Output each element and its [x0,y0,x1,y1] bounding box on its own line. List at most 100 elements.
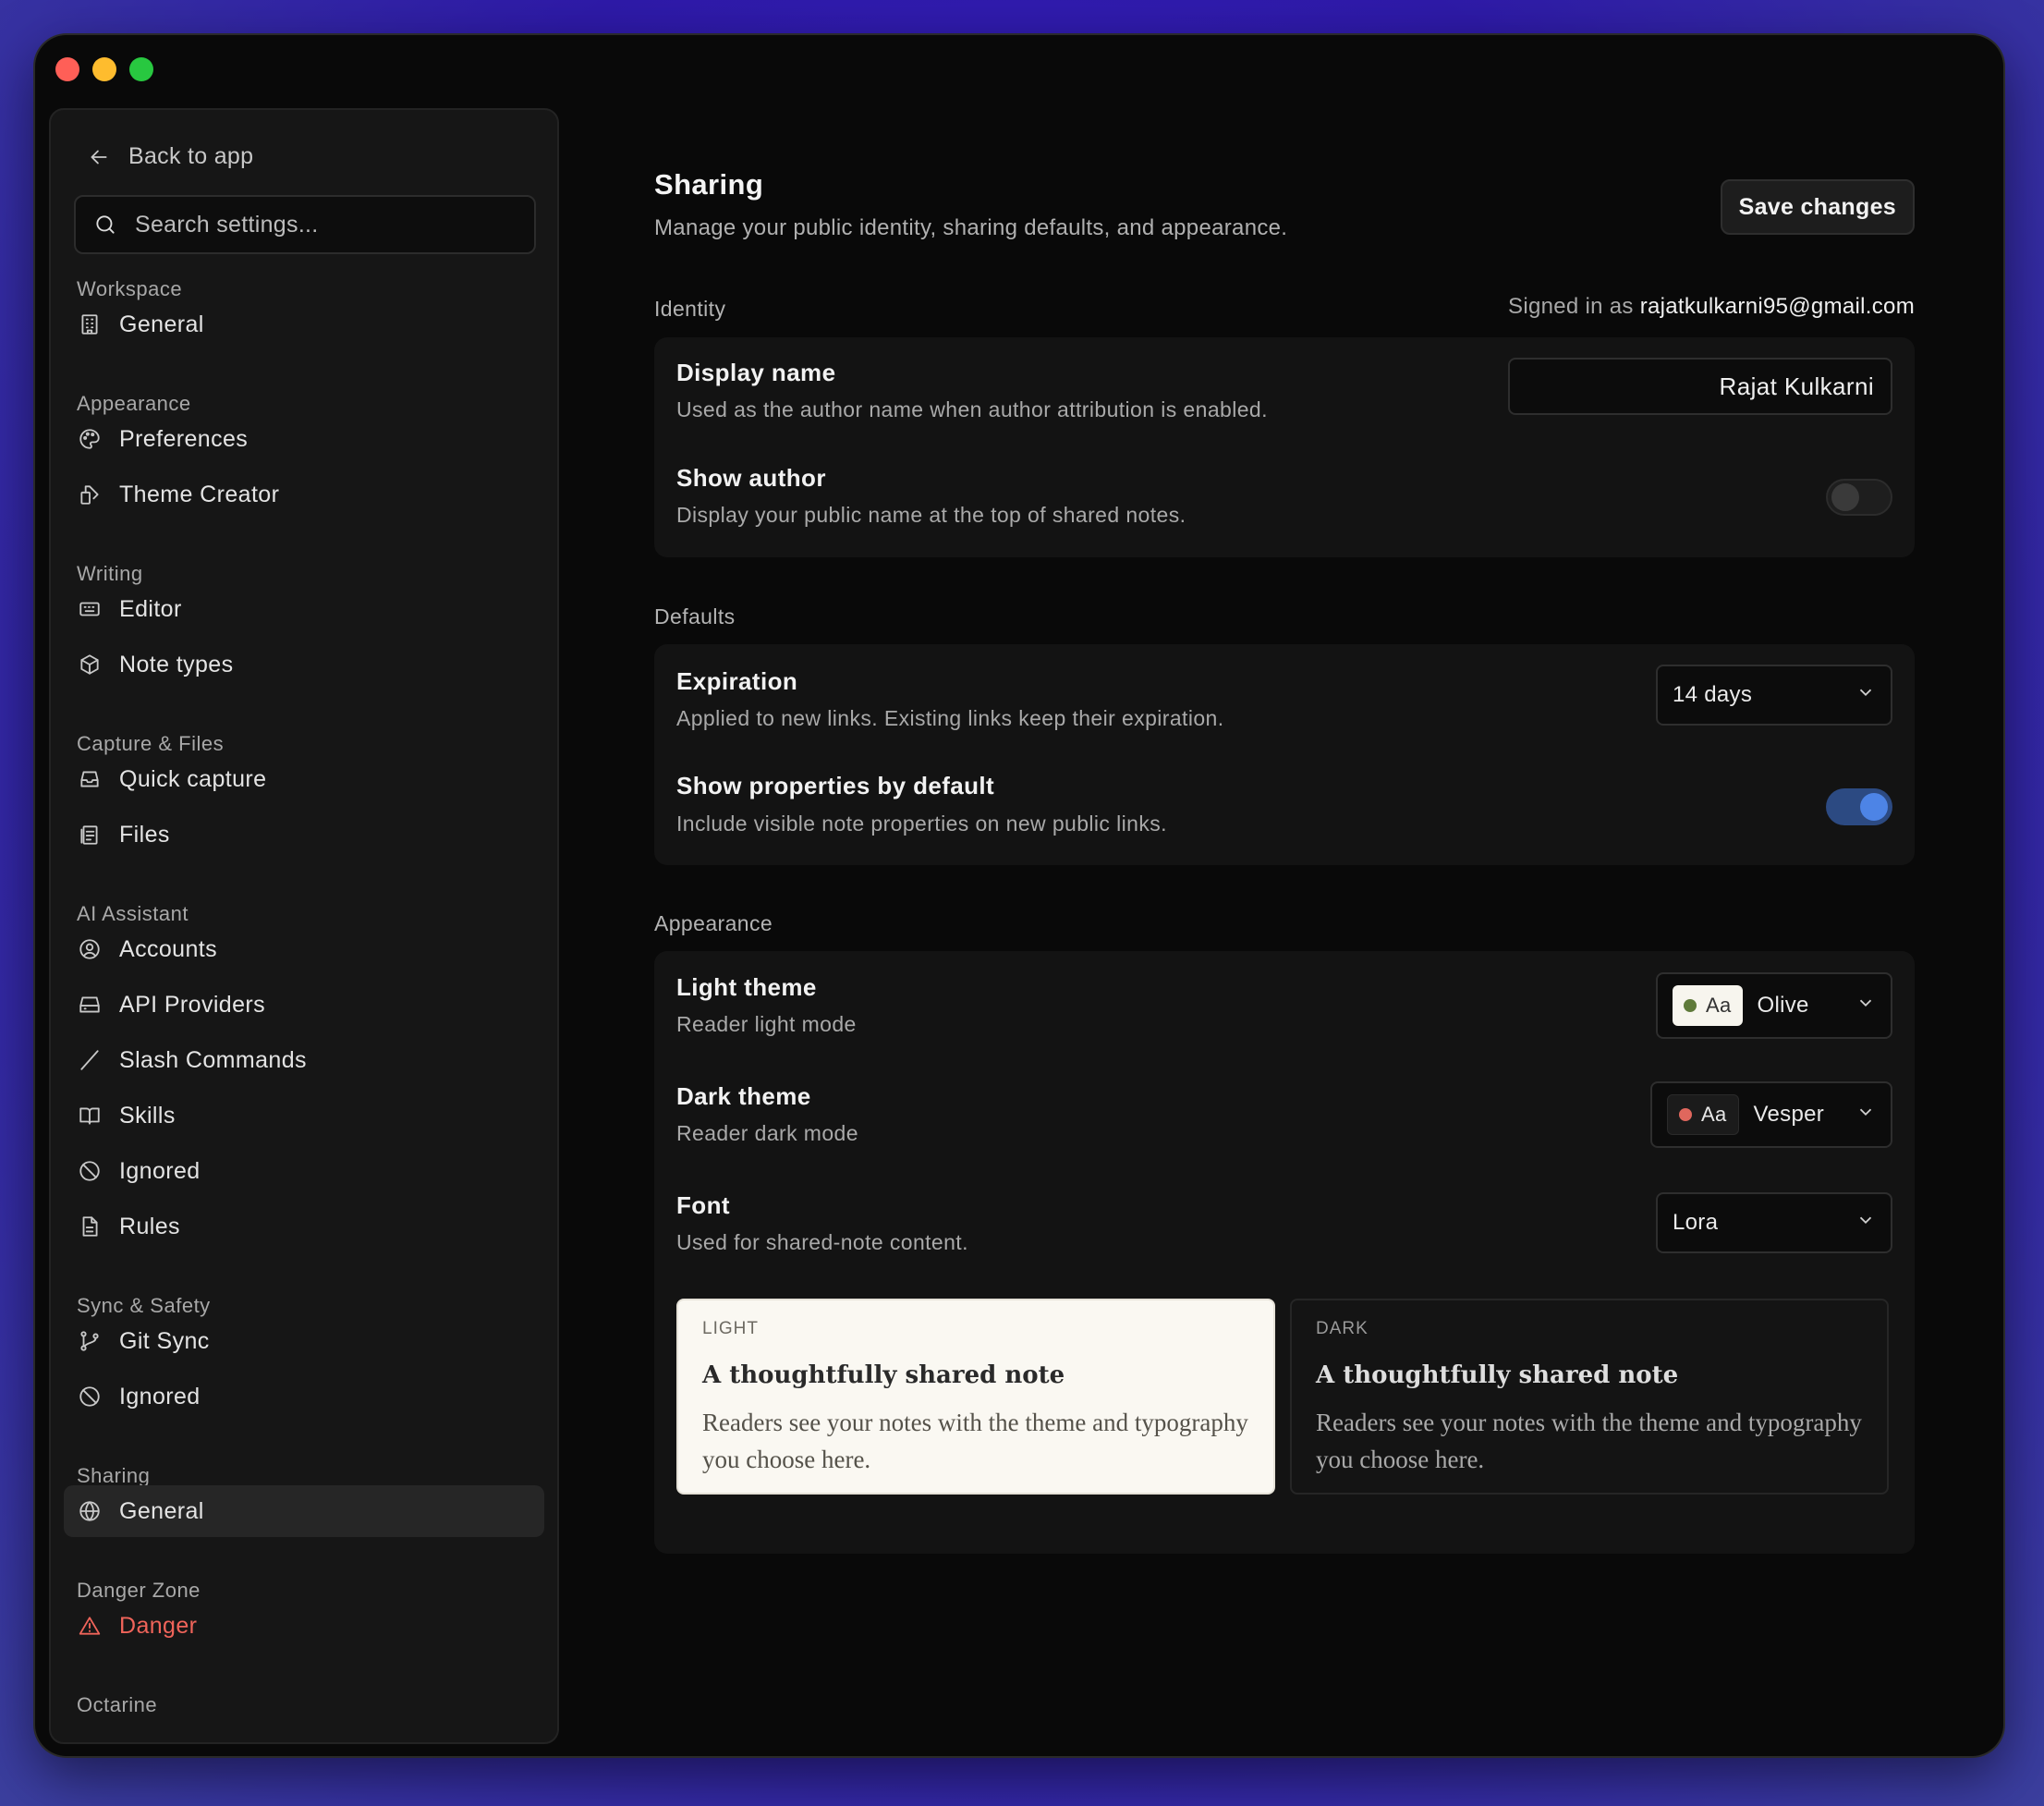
maximize-window-button[interactable] [129,57,153,81]
sidebar-item-preferences[interactable]: Preferences [64,413,544,465]
group-label-identity: Identity [654,297,726,321]
settings-main: Sharing Manage your public identity, sha… [654,35,1948,1756]
ban-icon [77,1158,103,1184]
book-open-icon [77,1103,103,1129]
preview-tag: LIGHT [702,1319,759,1338]
sidebar-item-files[interactable]: Files [64,809,544,860]
app-window: Back to app Workspace General Appearance… [35,35,2003,1756]
preview-body: Readers see your notes with the theme an… [1316,1409,1862,1473]
ban-icon [77,1384,103,1409]
show-author-desc: Display your public name at the top of s… [676,503,1186,527]
sidebar-item-label: General [119,1497,204,1524]
sidebar-item-label: Ignored [119,1383,201,1409]
section-label-octarine: Octarine [77,1693,158,1716]
show-properties-toggle[interactable] [1826,788,1892,825]
sidebar-item-ignored-ai[interactable]: Ignored [64,1145,544,1197]
show-author-title: Show author [676,464,826,492]
search-settings-box[interactable] [74,195,536,254]
expiration-desc: Applied to new links. Existing links kee… [676,706,1224,730]
search-input[interactable] [135,211,505,238]
sidebar-item-label: Quick capture [119,765,267,792]
signed-in-email: rajatkulkarni95@gmail.com [1639,294,1915,319]
brush-icon [77,482,103,507]
toggle-knob [1860,793,1888,821]
palette-icon [77,426,103,452]
expiration-select[interactable]: 14 days [1656,665,1892,726]
defaults-card: Expiration Applied to new links. Existin… [654,644,1915,865]
page-title: Sharing [654,168,764,201]
light-theme-title: Light theme [676,973,817,1001]
font-desc: Used for shared-note content. [676,1230,968,1254]
sidebar-item-rules[interactable]: Rules [64,1201,544,1252]
dark-theme-dot [1679,1108,1692,1121]
files-icon [77,822,103,848]
sidebar-item-label: API Providers [119,991,266,1018]
sidebar-item-label: Accounts [119,935,218,962]
sidebar-item-danger[interactable]: Danger [64,1600,544,1652]
dark-theme-select[interactable]: Aa Vesper [1650,1081,1892,1148]
minimize-window-button[interactable] [92,57,116,81]
font-select[interactable]: Lora [1656,1192,1892,1253]
preview-title: A thoughtfully shared note [1316,1361,1679,1389]
sidebar-item-label: Files [119,821,170,848]
user-circle-icon [77,936,103,962]
light-preview-card: LIGHT A thoughtfully shared note Readers… [676,1299,1275,1495]
light-theme-select[interactable]: Aa Olive [1656,972,1892,1039]
search-icon [92,212,118,238]
sidebar-item-label: Preferences [119,425,249,452]
dark-theme-chip-label: Aa [1701,1103,1727,1126]
signed-in-prefix: Signed in as [1508,294,1634,319]
chevron-down-icon [1855,1102,1876,1129]
sidebar-item-ignored-sync[interactable]: Ignored [64,1371,544,1422]
sidebar-item-skills[interactable]: Skills [64,1090,544,1141]
display-name-desc: Used as the author name when author attr… [676,397,1268,421]
show-author-toggle[interactable] [1826,479,1892,516]
preview-tag: DARK [1316,1319,1369,1338]
sidebar-item-editor[interactable]: Editor [64,583,544,635]
expiration-title: Expiration [676,667,798,695]
group-label-appearance: Appearance [654,911,773,935]
globe-icon [77,1498,103,1524]
warning-triangle-icon [77,1613,103,1639]
light-theme-chip-label: Aa [1706,994,1732,1017]
signed-in-status: Signed in as rajatkulkarni95@gmail.com [1508,294,1915,320]
sidebar-item-slash-commands[interactable]: Slash Commands [64,1034,544,1086]
sidebar-item-accounts[interactable]: Accounts [64,923,544,975]
close-window-button[interactable] [55,57,79,81]
show-properties-desc: Include visible note properties on new p… [676,811,1167,836]
identity-card: Display name Used as the author name whe… [654,337,1915,557]
chevron-down-icon [1855,1210,1876,1237]
back-to-app-link[interactable]: Back to app [86,143,253,170]
dark-theme-value: Vesper [1753,1102,1825,1127]
page-subtitle: Manage your public identity, sharing def… [654,215,1288,240]
save-changes-button[interactable]: Save changes [1720,179,1915,235]
preview-title: A thoughtfully shared note [702,1361,1065,1389]
sidebar-item-label: Editor [119,595,182,622]
expiration-value: 14 days [1673,682,1753,707]
hard-drive-icon [77,992,103,1018]
display-name-input[interactable] [1508,358,1892,415]
arrow-left-icon [86,144,112,170]
font-title: Font [676,1191,730,1219]
inbox-icon [77,766,103,792]
sidebar-item-general[interactable]: General [64,299,544,350]
back-to-app-label: Back to app [128,143,254,169]
light-theme-desc: Reader light mode [676,1012,857,1036]
sidebar-item-label: Slash Commands [119,1046,307,1073]
appearance-card: Light theme Reader light mode Aa Olive D… [654,951,1915,1554]
sidebar-item-api-providers[interactable]: API Providers [64,979,544,1031]
dark-preview-card: DARK A thoughtfully shared note Readers … [1290,1299,1889,1495]
sidebar-item-quick-capture[interactable]: Quick capture [64,753,544,805]
display-name-title: Display name [676,359,836,386]
sidebar-item-git-sync[interactable]: Git Sync [64,1315,544,1367]
theme-previews: LIGHT A thoughtfully shared note Readers… [676,1299,1892,1495]
light-theme-value: Olive [1757,993,1809,1018]
sidebar-item-sharing-general[interactable]: General [64,1485,544,1537]
window-controls [55,57,153,81]
git-branch-icon [77,1328,103,1354]
font-value: Lora [1673,1210,1719,1235]
sidebar-item-label: Git Sync [119,1327,210,1354]
sidebar-item-theme-creator[interactable]: Theme Creator [64,469,544,520]
sidebar-item-note-types[interactable]: Note types [64,639,544,690]
dark-theme-desc: Reader dark mode [676,1121,858,1145]
